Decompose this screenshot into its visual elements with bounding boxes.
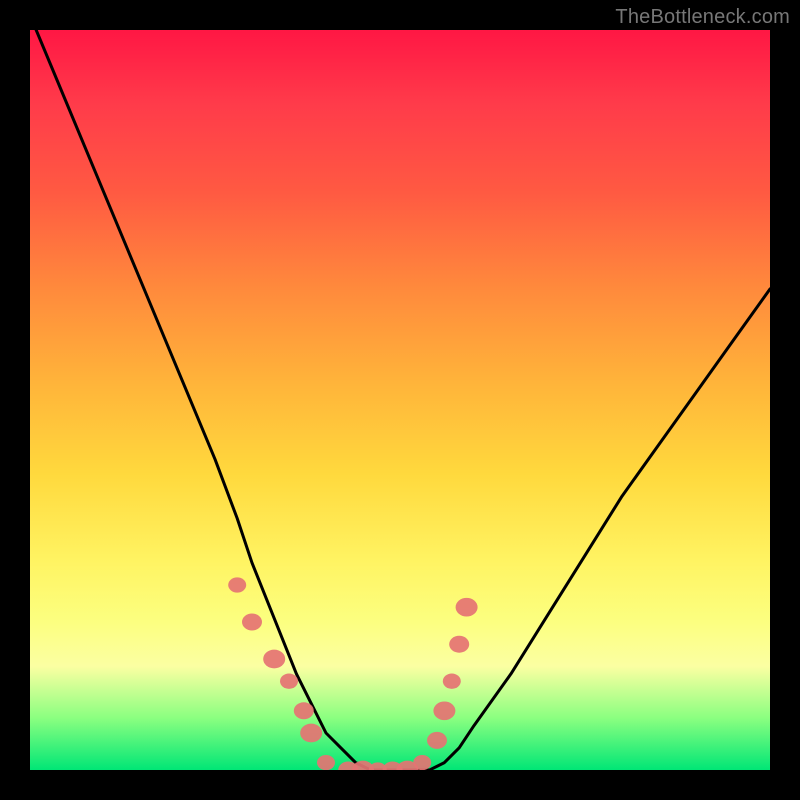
marker-dot <box>294 702 314 719</box>
watermark-text: TheBottleneck.com <box>615 6 790 29</box>
bottleneck-curve <box>30 30 770 770</box>
plot-area <box>30 30 770 770</box>
marker-dot <box>433 701 455 720</box>
marker-dot <box>317 755 335 770</box>
marker-dot <box>443 674 461 689</box>
marker-dot <box>300 724 322 743</box>
highlight-markers <box>228 577 477 770</box>
marker-dot <box>280 674 298 689</box>
marker-dot <box>242 614 262 631</box>
marker-dot <box>427 732 447 749</box>
marker-dot <box>456 598 478 617</box>
curve-group <box>30 30 770 770</box>
marker-dot <box>449 636 469 653</box>
marker-dot <box>413 755 431 770</box>
chart-frame: TheBottleneck.com <box>0 0 800 800</box>
marker-dot <box>263 650 285 669</box>
chart-svg <box>30 30 770 770</box>
marker-dot <box>228 577 246 592</box>
